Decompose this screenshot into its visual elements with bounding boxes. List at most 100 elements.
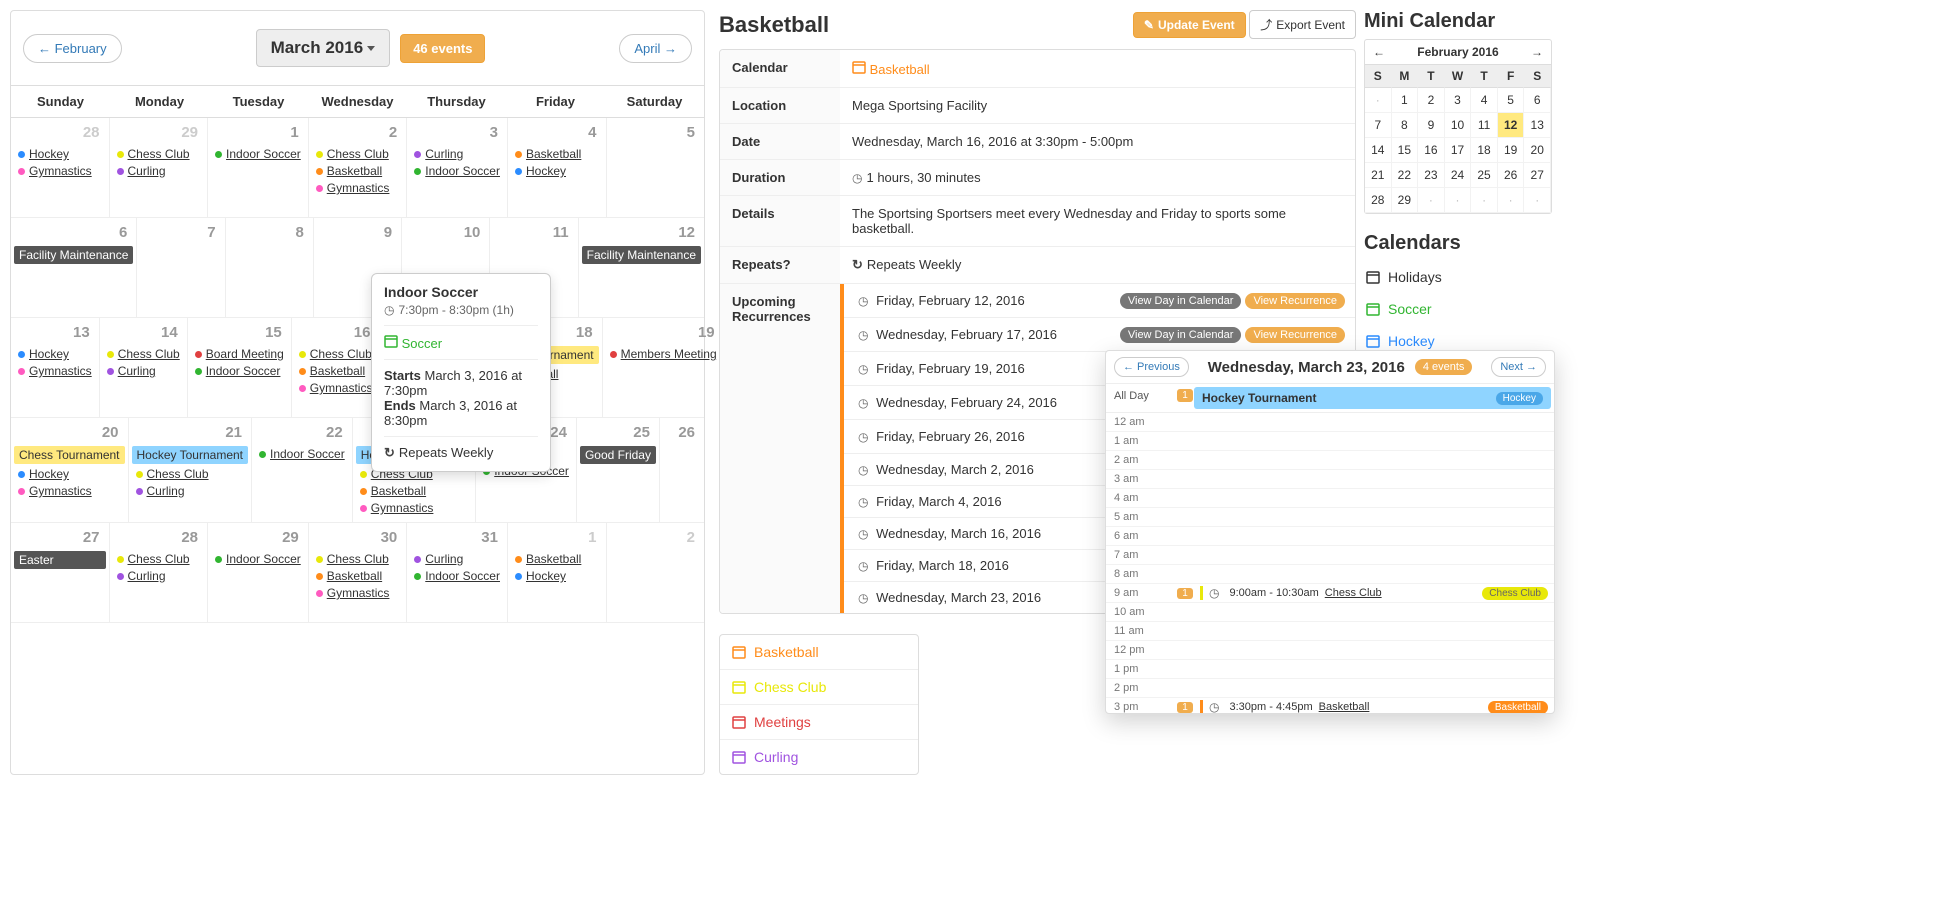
calendar-day[interactable]: 22Indoor Soccer xyxy=(252,418,353,522)
detail-calendar-link[interactable]: Basketball xyxy=(870,62,930,77)
calendar-day[interactable]: 7 xyxy=(137,218,225,317)
calendar-day[interactable]: 14Chess ClubCurling xyxy=(100,318,188,417)
event-item[interactable]: Curling xyxy=(103,362,184,379)
mini-day[interactable]: · xyxy=(1524,188,1551,213)
event-item[interactable]: Indoor Soccer xyxy=(410,567,504,584)
prev-month-button[interactable]: ← February xyxy=(23,34,122,63)
event-bar[interactable]: Easter xyxy=(14,551,106,569)
event-item[interactable]: Curling xyxy=(410,145,504,162)
mini-day[interactable]: 28 xyxy=(1365,188,1392,213)
mini-day[interactable]: 12 xyxy=(1498,113,1525,138)
hour-event[interactable]: 3:30pm - 4:45pm Basketball xyxy=(1200,700,1369,713)
mini-day[interactable]: 8 xyxy=(1392,113,1419,138)
event-item[interactable]: Chess Club xyxy=(103,345,184,362)
month-picker-button[interactable]: March 2016 xyxy=(256,29,391,67)
event-bar[interactable]: Hockey Tournament xyxy=(132,446,249,464)
view-day-pill[interactable]: View Day in Calendar xyxy=(1120,293,1242,309)
mini-day[interactable]: 2 xyxy=(1418,88,1445,113)
calendar-day[interactable]: 27Easter xyxy=(11,523,110,622)
mini-day[interactable]: 24 xyxy=(1445,163,1472,188)
mini-day[interactable]: · xyxy=(1471,188,1498,213)
mini-day[interactable]: 25 xyxy=(1471,163,1498,188)
event-bar[interactable]: Facility Maintenance xyxy=(14,246,133,264)
event-item[interactable]: Gymnastics xyxy=(312,584,404,601)
event-item[interactable]: Chess Club xyxy=(113,550,205,567)
mini-day[interactable]: 13 xyxy=(1524,113,1551,138)
event-item[interactable]: Gymnastics xyxy=(312,179,404,196)
event-item[interactable]: Chess Club xyxy=(132,465,249,482)
calendar-day[interactable]: 28Chess ClubCurling xyxy=(110,523,209,622)
event-item[interactable]: Board Meeting xyxy=(191,345,288,362)
event-item[interactable]: Indoor Soccer xyxy=(255,445,349,462)
event-item[interactable]: Gymnastics xyxy=(14,482,125,499)
mini-day[interactable]: 5 xyxy=(1498,88,1525,113)
event-item[interactable]: Members Meeting xyxy=(606,345,721,362)
event-item[interactable]: Curling xyxy=(132,482,249,499)
mini-day[interactable]: 11 xyxy=(1471,113,1498,138)
mini-day[interactable]: 9 xyxy=(1418,113,1445,138)
event-item[interactable]: Gymnastics xyxy=(14,362,96,379)
mini-day[interactable]: · xyxy=(1418,188,1445,213)
mini-day[interactable]: 6 xyxy=(1524,88,1551,113)
mini-prev-button[interactable]: ← xyxy=(1373,45,1385,59)
mini-day[interactable]: 4 xyxy=(1471,88,1498,113)
filter-item[interactable]: Chess Club xyxy=(720,670,918,705)
event-item[interactable]: Curling xyxy=(113,162,205,179)
calendar-day[interactable]: 13HockeyGymnastics xyxy=(11,318,100,417)
mini-day[interactable]: 26 xyxy=(1498,163,1525,188)
event-item[interactable]: Hockey xyxy=(14,145,106,162)
calendar-day[interactable]: 2 xyxy=(607,523,705,622)
calendar-list-item[interactable]: Soccer xyxy=(1364,293,1556,325)
day-next-button[interactable]: Next → xyxy=(1491,357,1546,377)
event-item[interactable]: Basketball xyxy=(356,482,473,499)
event-item[interactable]: Hockey xyxy=(511,162,603,179)
mini-day[interactable]: 19 xyxy=(1498,138,1525,163)
calendar-day[interactable]: 26 xyxy=(660,418,704,522)
mini-day[interactable]: 7 xyxy=(1365,113,1392,138)
event-item[interactable]: Chess Club xyxy=(312,550,404,567)
mini-day[interactable]: 3 xyxy=(1445,88,1472,113)
event-item[interactable]: Curling xyxy=(410,550,504,567)
event-item[interactable]: Gymnastics xyxy=(356,499,473,516)
calendar-day[interactable]: 28HockeyGymnastics xyxy=(11,118,110,217)
event-item[interactable]: Hockey xyxy=(511,567,603,584)
event-item[interactable]: Basketball xyxy=(511,145,603,162)
calendar-day[interactable]: 16Chess ClubBasketballGymnastics xyxy=(292,318,381,417)
mini-day[interactable]: 21 xyxy=(1365,163,1392,188)
event-item[interactable]: Basketball xyxy=(511,550,603,567)
update-event-button[interactable]: Update Event xyxy=(1133,12,1246,38)
event-item[interactable]: Gymnastics xyxy=(295,379,377,396)
calendar-day[interactable]: 29Indoor Soccer xyxy=(208,523,309,622)
mini-day[interactable]: 16 xyxy=(1418,138,1445,163)
event-item[interactable]: Gymnastics xyxy=(14,162,106,179)
mini-day[interactable]: 1 xyxy=(1392,88,1419,113)
view-recurrence-pill[interactable]: View Recurrence xyxy=(1245,327,1345,343)
day-prev-button[interactable]: ← Previous xyxy=(1114,357,1189,377)
mini-next-button[interactable]: → xyxy=(1531,45,1543,59)
mini-day[interactable]: 10 xyxy=(1445,113,1472,138)
mini-day[interactable]: 29 xyxy=(1392,188,1419,213)
calendar-day[interactable]: 3CurlingIndoor Soccer xyxy=(407,118,508,217)
filter-item[interactable]: Meetings xyxy=(720,705,918,740)
event-item[interactable]: Hockey xyxy=(14,345,96,362)
event-bar[interactable]: Chess Tournament xyxy=(14,446,125,464)
event-item[interactable]: Indoor Soccer xyxy=(211,145,305,162)
event-bar[interactable]: Good Friday xyxy=(580,446,656,464)
calendar-day[interactable]: 1Indoor Soccer xyxy=(208,118,309,217)
calendar-day[interactable]: 31CurlingIndoor Soccer xyxy=(407,523,508,622)
calendar-list-item[interactable]: Holidays xyxy=(1364,261,1556,293)
mini-day[interactable]: 15 xyxy=(1392,138,1419,163)
calendar-day[interactable]: 30Chess ClubBasketballGymnastics xyxy=(309,523,408,622)
allday-event[interactable]: Hockey Tournament Hockey xyxy=(1194,387,1551,409)
calendar-day[interactable]: 8 xyxy=(226,218,314,317)
mini-day[interactable]: 14 xyxy=(1365,138,1392,163)
event-bar[interactable]: Facility Maintenance xyxy=(582,246,701,264)
event-item[interactable]: Indoor Soccer xyxy=(410,162,504,179)
export-event-button[interactable]: Export Event xyxy=(1249,10,1356,39)
calendar-day[interactable]: 25Good Friday xyxy=(577,418,660,522)
calendar-day[interactable]: 20Chess TournamentHockeyGymnastics xyxy=(11,418,129,522)
event-item[interactable]: Hockey xyxy=(14,465,125,482)
event-item[interactable]: Indoor Soccer xyxy=(211,550,305,567)
mini-day[interactable]: · xyxy=(1365,88,1392,113)
calendar-day[interactable]: 1BasketballHockey xyxy=(508,523,607,622)
